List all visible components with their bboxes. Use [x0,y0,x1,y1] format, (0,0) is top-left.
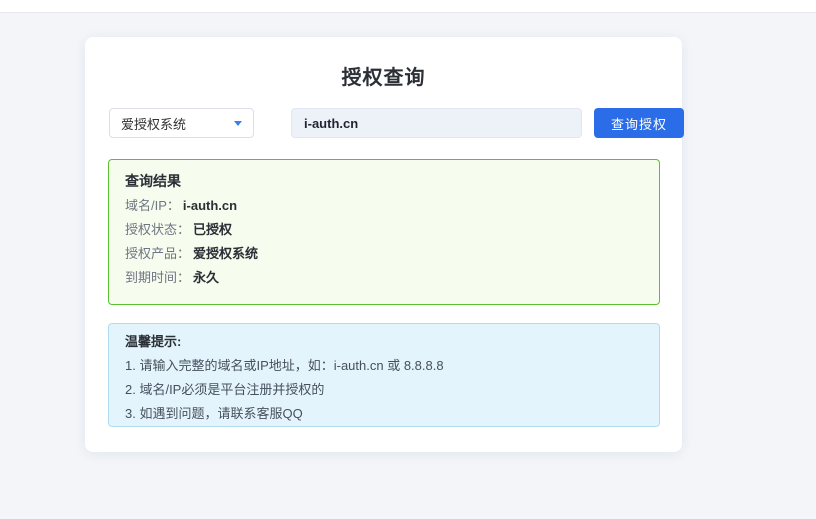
result-value: i-auth.cn [183,198,237,213]
result-label: 到期时间： [125,270,190,285]
result-value: 爱授权系统 [193,246,258,261]
tips-item: 3. 如遇到问题，请联系客服QQ [125,407,643,421]
result-row-product: 授权产品：爱授权系统 [125,247,643,261]
result-title: 查询结果 [125,173,643,189]
tips-title: 温馨提示: [125,335,643,349]
result-value: 已授权 [193,222,232,237]
tips-item: 1. 请输入完整的域名或IP地址，如：i-auth.cn 或 8.8.8.8 [125,359,643,373]
tips-panel: 温馨提示: 1. 请输入完整的域名或IP地址，如：i-auth.cn 或 8.8… [108,323,660,427]
query-auth-button[interactable]: 查询授权 [594,108,684,138]
result-label: 授权产品： [125,246,190,261]
page: 授权查询 爱授权系统 查询授权 查询结果 域名/IP：i-auth.cn 授权状… [0,0,816,519]
tips-item: 2. 域名/IP必须是平台注册并授权的 [125,383,643,397]
top-strip [0,0,816,13]
auth-query-card: 授权查询 爱授权系统 查询授权 查询结果 域名/IP：i-auth.cn 授权状… [85,37,682,452]
page-title: 授权查询 [85,61,682,90]
result-row-status: 授权状态：已授权 [125,223,643,237]
query-form: 爱授权系统 查询授权 [109,108,660,138]
query-result-panel: 查询结果 域名/IP：i-auth.cn 授权状态：已授权 授权产品：爱授权系统… [108,159,660,305]
chevron-down-icon [234,121,242,126]
result-row-domain: 域名/IP：i-auth.cn [125,199,643,213]
result-label: 授权状态： [125,222,190,237]
product-select[interactable]: 爱授权系统 [109,108,254,138]
result-value: 永久 [193,270,219,285]
result-label: 域名/IP： [125,198,180,213]
domain-input[interactable] [291,108,582,138]
product-select-value: 爱授权系统 [121,114,186,133]
result-row-expiry: 到期时间：永久 [125,271,643,285]
